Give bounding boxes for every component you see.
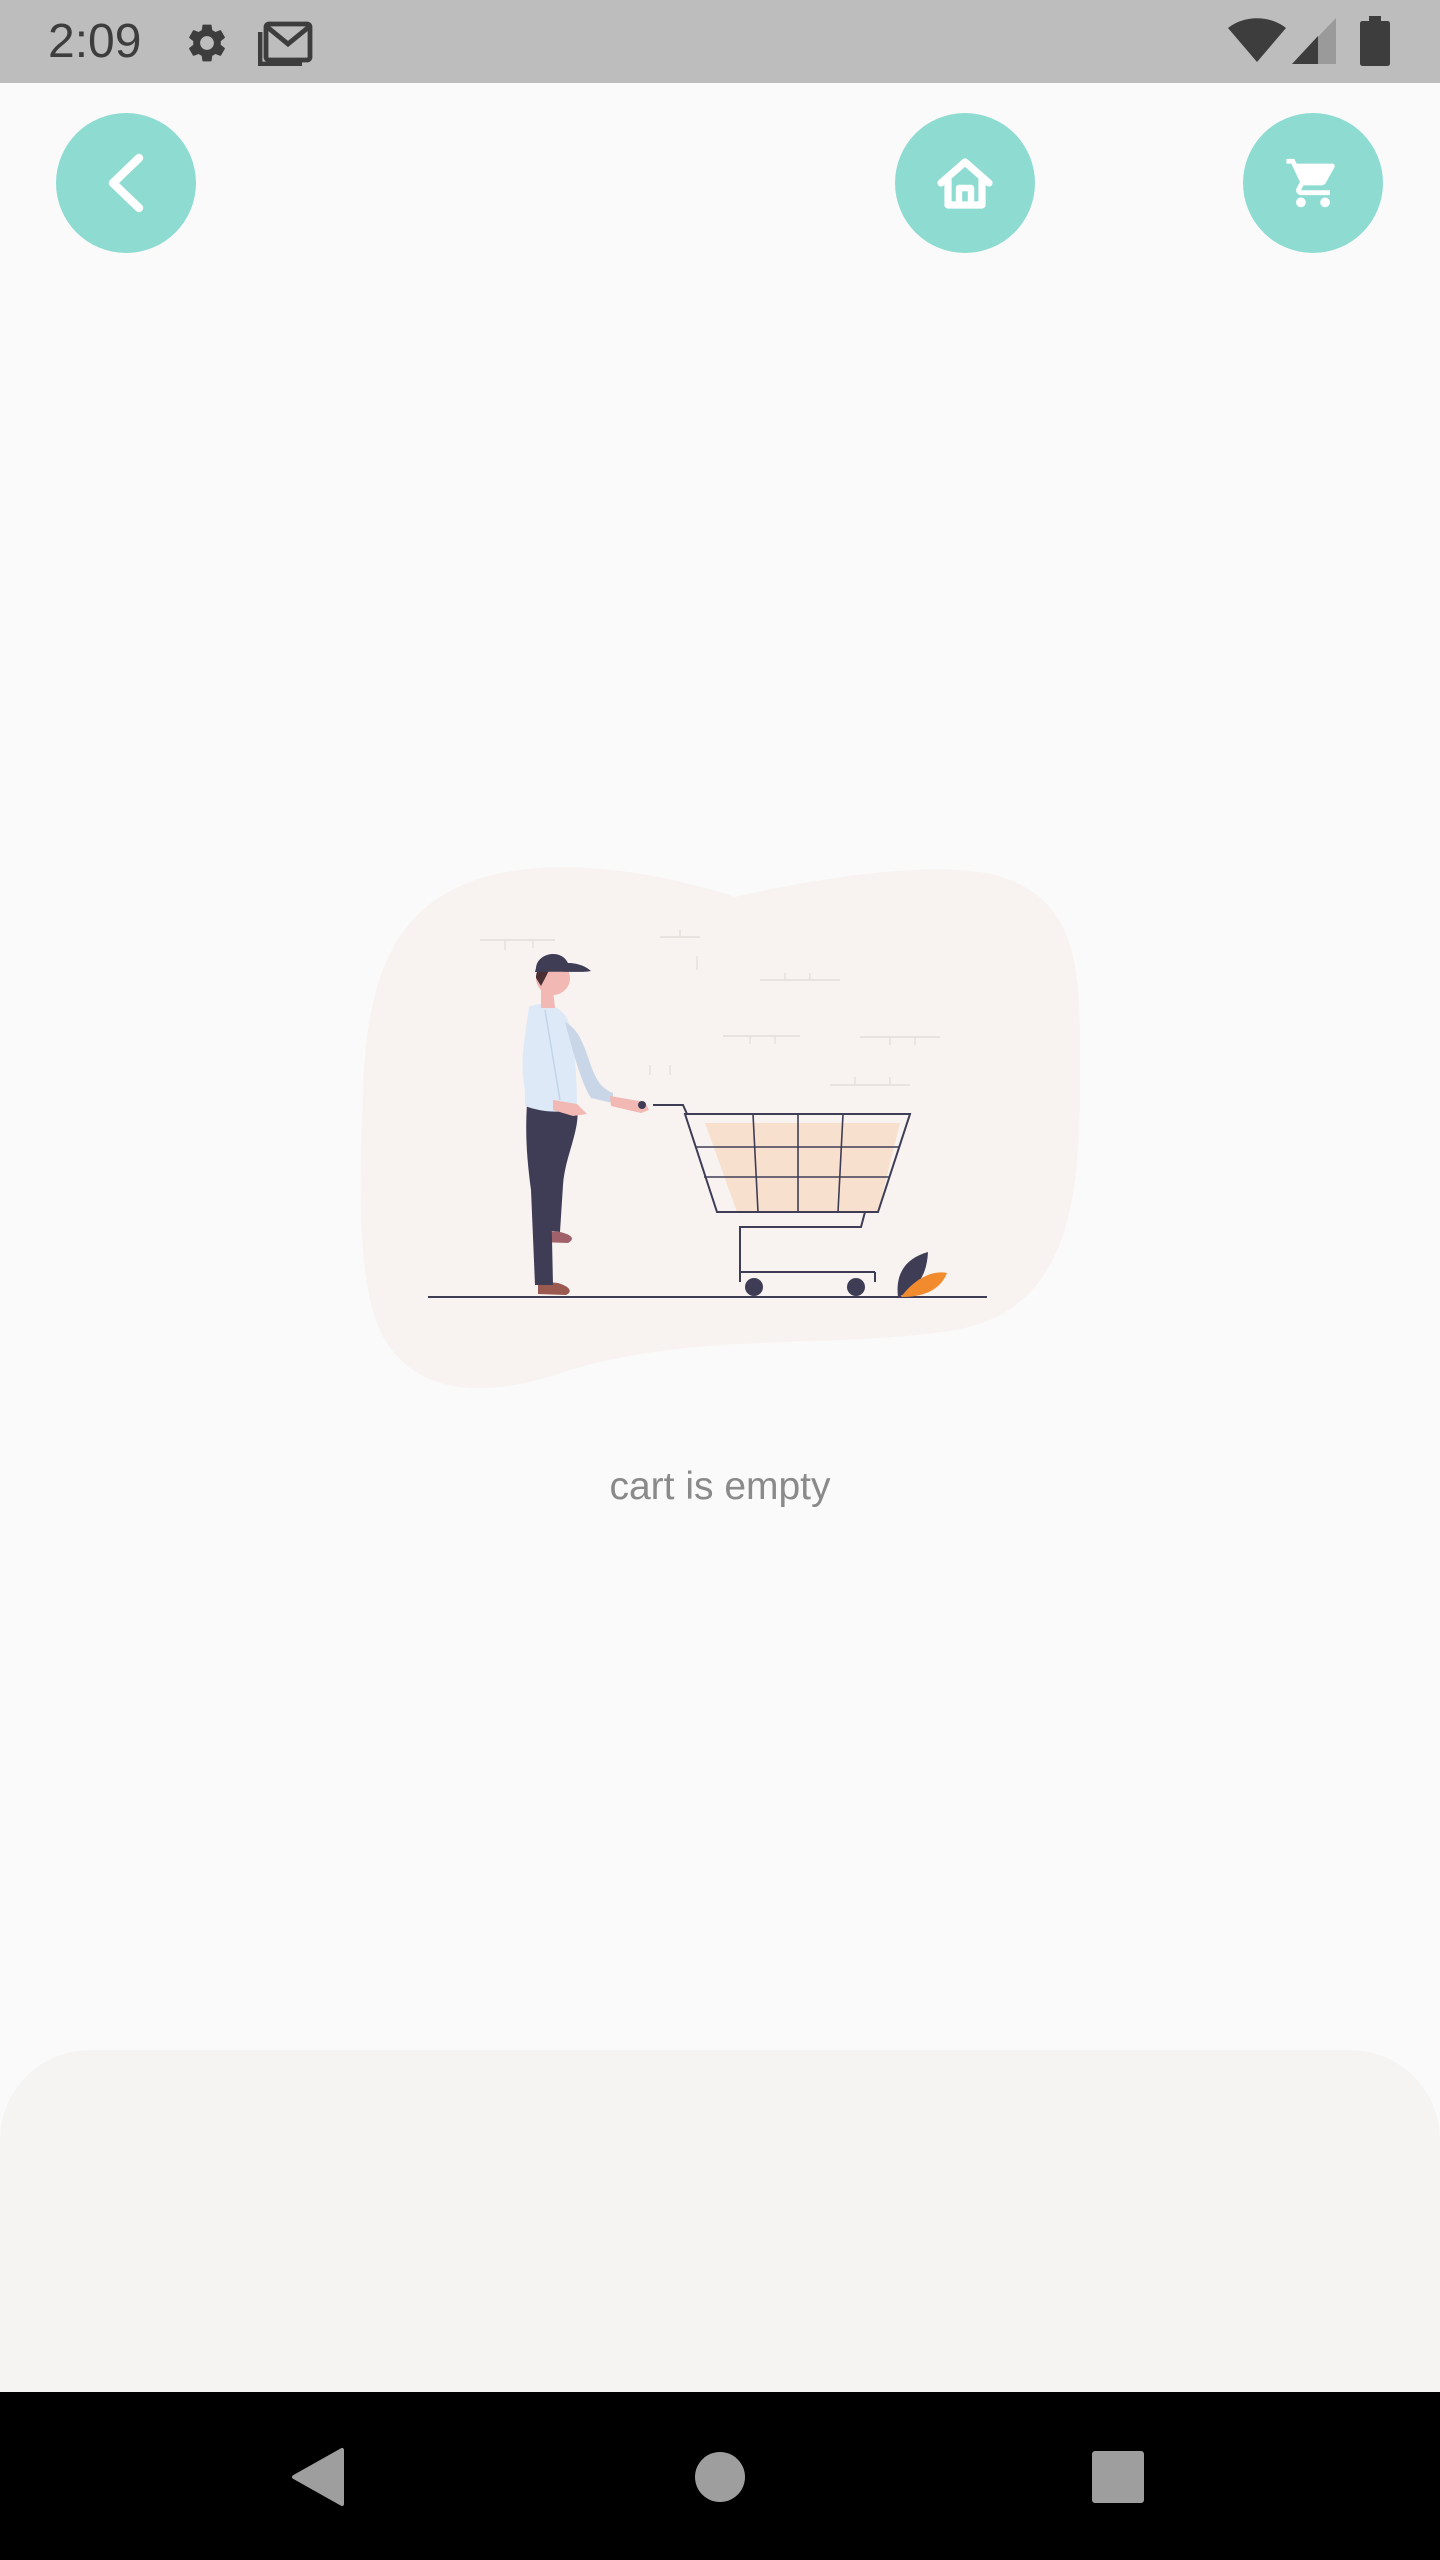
home-circle-icon	[695, 2452, 745, 2502]
wifi-icon	[1228, 18, 1286, 62]
settings-icon	[189, 24, 225, 62]
signal-icon	[1292, 18, 1336, 64]
cart-wheel	[745, 1278, 763, 1296]
navigation-bar	[0, 2392, 1440, 2560]
bottom-sheet	[0, 2050, 1440, 2392]
cart-icon	[1286, 158, 1335, 208]
back-button[interactable]	[56, 113, 196, 253]
nav-recents-button[interactable]	[1073, 2432, 1163, 2522]
recents-square-icon	[1092, 2451, 1144, 2503]
empty-cart-illustration	[360, 867, 1081, 1389]
cart-button[interactable]	[1243, 113, 1383, 253]
empty-cart-message: cart is empty	[609, 1465, 831, 1508]
battery-icon	[1360, 16, 1390, 66]
home-button[interactable]	[895, 113, 1035, 253]
gmail-icon	[258, 21, 313, 66]
nav-home-button[interactable]	[675, 2432, 765, 2522]
cart-wheel	[847, 1278, 865, 1296]
home-icon	[937, 158, 993, 209]
chevron-left-icon	[108, 153, 144, 213]
status-bar: 2:09	[0, 0, 1440, 83]
status-time: 2:09	[48, 15, 142, 68]
nav-back-button[interactable]	[273, 2432, 363, 2522]
back-triangle-icon	[292, 2448, 344, 2506]
